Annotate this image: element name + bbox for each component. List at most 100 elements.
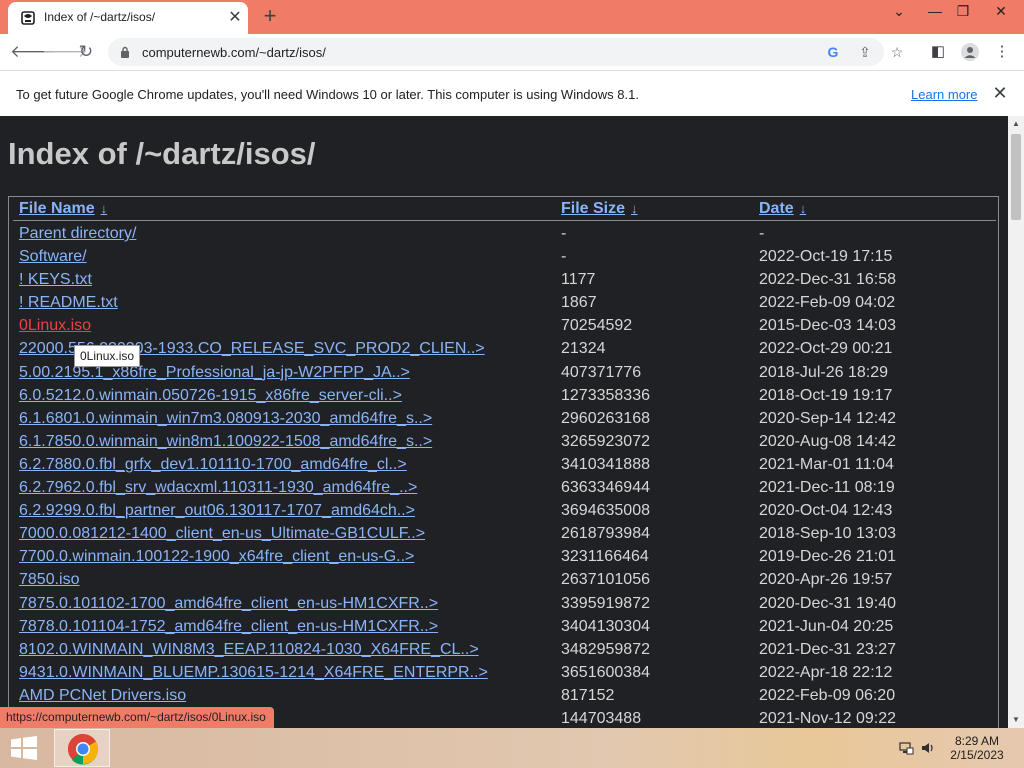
sort-arrow-icon[interactable]: ↓	[800, 201, 807, 216]
address-bar[interactable]: computernewb.com/~dartz/isos/ G ⇪ ☆	[108, 38, 903, 66]
table-row: ! README.txt 1867 2022-Feb-09 04:02	[9, 292, 1000, 315]
file-link[interactable]: Software/	[19, 248, 87, 266]
file-link[interactable]: 8102.0.WINMAIN_WIN8M3_EEAP.110824-1030_X…	[19, 641, 479, 659]
table-row: 6.2.7880.0.fbl_grfx_dev1.101110-1700_amd…	[9, 454, 1000, 477]
file-date: 2020-Oct-04 12:43	[759, 502, 893, 520]
forward-arrow-icon[interactable]: 🡒	[42, 40, 88, 64]
table-row: Software/ - 2022-Oct-19 17:15	[9, 246, 1000, 269]
sort-arrow-icon[interactable]: ↓	[101, 201, 108, 216]
file-link[interactable]: 6.2.7880.0.fbl_grfx_dev1.101110-1700_amd…	[19, 456, 407, 474]
file-link[interactable]: ! README.txt	[19, 294, 118, 312]
taskbar: 8:29 AM 2/15/2023	[0, 728, 1024, 768]
file-size: 1273358336	[561, 386, 650, 404]
file-link[interactable]: 6.0.5212.0.winmain.050726-1915_x86fre_se…	[19, 387, 402, 405]
file-date: -	[759, 225, 765, 242]
table-row: 7850.iso 2637101056 2020-Apr-26 19:57	[9, 569, 1000, 592]
file-date: 2021-Nov-12 09:22	[759, 709, 896, 727]
table-row: 8102.0.WINMAIN_WIN8M3_EEAP.110824-1030_X…	[9, 639, 1000, 662]
file-date: 2021-Dec-31 23:27	[759, 640, 896, 658]
chevron-down-icon[interactable]: ⌄	[882, 0, 916, 30]
table-row: 6.2.9299.0.fbl_partner_out06.130117-1707…	[9, 500, 1000, 523]
url-text[interactable]: computernewb.com/~dartz/isos/	[142, 45, 326, 60]
google-icon[interactable]: G	[823, 42, 843, 62]
table-row: 6.1.6801.0.winmain_win7m3.080913-2030_am…	[9, 408, 1000, 431]
file-link[interactable]: 7875.0.101102-1700_amd64fre_client_en-us…	[19, 595, 438, 613]
file-link[interactable]: 6.1.6801.0.winmain_win7m3.080913-2030_am…	[19, 410, 432, 428]
lock-icon[interactable]	[120, 46, 130, 58]
restore-button[interactable]: ❐	[946, 0, 980, 30]
link-tooltip: 0Linux.iso	[74, 345, 141, 367]
page-title: Index of /~dartz/isos/	[8, 136, 316, 171]
file-date: 2022-Oct-19 17:15	[759, 248, 893, 266]
file-size: 3482959872	[561, 640, 650, 658]
kebab-menu-icon[interactable]: ⋮	[990, 40, 1014, 64]
file-size: 3265923072	[561, 432, 650, 450]
file-date: 2022-Oct-29 00:21	[759, 340, 893, 358]
close-window-button[interactable]: ✕	[984, 0, 1018, 30]
sort-arrow-icon[interactable]: ↓	[631, 201, 638, 216]
file-link[interactable]: 7000.0.081212-1400_client_en-us_Ultimate…	[19, 525, 425, 543]
close-tab-icon[interactable]: ✕	[226, 9, 244, 27]
file-link[interactable]: AMD PCNet Drivers.iso	[19, 687, 186, 705]
page-scrollbar[interactable]: ▲ ▼	[1008, 116, 1024, 728]
table-row: 5.00.2195.1_x86fre_Professional_ja-jp-W2…	[9, 362, 1000, 385]
table-row: 7000.0.081212-1400_client_en-us_Ultimate…	[9, 523, 1000, 546]
learn-more-link[interactable]: Learn more	[911, 87, 977, 102]
file-size: 3651600384	[561, 663, 650, 681]
tab-title: Index of /~dartz/isos/	[44, 10, 156, 24]
scroll-down-icon[interactable]: ▼	[1008, 712, 1024, 728]
reload-icon[interactable]: ↻	[74, 40, 98, 64]
header-file-name[interactable]: File Name ↓	[19, 200, 107, 218]
windows-start-icon[interactable]	[10, 736, 38, 760]
file-link[interactable]: 0Linux.iso	[19, 317, 91, 335]
table-row: ! KEYS.txt 1177 2022-Dec-31 16:58	[9, 269, 1000, 292]
file-date: 2020-Aug-08 14:42	[759, 432, 896, 450]
file-size: 3231166464	[561, 548, 649, 566]
file-link[interactable]: 9431.0.WINMAIN_BLUEMP.130615-1214_X64FRE…	[19, 664, 488, 682]
profile-icon[interactable]	[958, 40, 982, 64]
table-row: 0Linux.iso 70254592 2015-Dec-03 14:03	[9, 315, 1000, 338]
table-row: 6.1.7850.0.winmain_win8m1.100922-1508_am…	[9, 431, 1000, 454]
file-date: 2018-Sep-10 13:03	[759, 525, 896, 543]
file-link[interactable]: Parent directory/	[19, 225, 136, 243]
file-link[interactable]: 6.2.9299.0.fbl_partner_out06.130117-1707…	[19, 502, 415, 520]
file-date: 2022-Apr-18 22:12	[759, 663, 893, 681]
file-size: 3410341888	[561, 455, 650, 473]
scrollbar-thumb[interactable]	[1011, 134, 1021, 220]
file-date: 2021-Mar-01 11:04	[759, 455, 894, 473]
file-size: 3404130304	[561, 617, 650, 635]
file-listing-table: File Name ↓ File Size ↓ Date ↓ Parent direc…	[8, 196, 999, 728]
volume-icon[interactable]	[920, 740, 936, 756]
table-row: 7875.0.101102-1700_amd64fre_client_en-us…	[9, 593, 1000, 616]
file-link[interactable]: 6.1.7850.0.winmain_win8m1.100922-1508_am…	[19, 433, 432, 451]
side-panel-icon[interactable]: ◧	[926, 40, 950, 64]
file-link[interactable]: 7700.0.winmain.100122-1900_x64fre_client…	[19, 548, 414, 566]
table-row: 6.2.7962.0.fbl_srv_wdacxml.110311-1930_a…	[9, 477, 1000, 500]
scroll-up-icon[interactable]: ▲	[1008, 116, 1024, 132]
browser-tab[interactable]: Index of /~dartz/isos/ ✕	[8, 2, 248, 34]
header-date[interactable]: Date ↓	[759, 200, 806, 218]
table-row: 9431.0.WINMAIN_BLUEMP.130615-1214_X64FRE…	[9, 662, 1000, 685]
file-date: 2021-Dec-11 08:19	[759, 479, 895, 497]
file-link[interactable]: ! KEYS.txt	[19, 271, 92, 289]
file-date: 2021-Jun-04 20:25	[759, 617, 894, 635]
network-icon[interactable]	[898, 740, 914, 756]
file-link[interactable]: 7878.0.101104-1752_amd64fre_client_en-us…	[19, 618, 438, 636]
file-size: 3395919872	[561, 594, 650, 612]
taskbar-clock[interactable]: 8:29 AM 2/15/2023	[942, 734, 1012, 762]
file-link[interactable]: 6.2.7962.0.fbl_srv_wdacxml.110311-1930_a…	[19, 479, 417, 497]
close-icon[interactable]: ✕	[990, 83, 1010, 103]
table-row: 7878.0.101104-1752_amd64fre_client_en-us…	[9, 616, 1000, 639]
share-icon[interactable]: ⇪	[855, 42, 875, 62]
file-link[interactable]: 7850.iso	[19, 571, 80, 589]
file-date: 2022-Dec-31 16:58	[759, 271, 896, 289]
status-bar-url: https://computernewb.com/~dartz/isos/0Li…	[0, 707, 274, 728]
file-size: -	[561, 248, 567, 266]
back-arrow-icon[interactable]: 🡐	[10, 40, 56, 64]
header-file-size[interactable]: File Size ↓	[561, 200, 638, 218]
star-icon[interactable]: ☆	[887, 42, 907, 62]
file-size: 144703488	[561, 709, 642, 727]
clock-time: 8:29 AM	[954, 734, 1000, 748]
taskbar-chrome-button[interactable]	[54, 729, 110, 767]
new-tab-button[interactable]: +	[258, 4, 282, 28]
